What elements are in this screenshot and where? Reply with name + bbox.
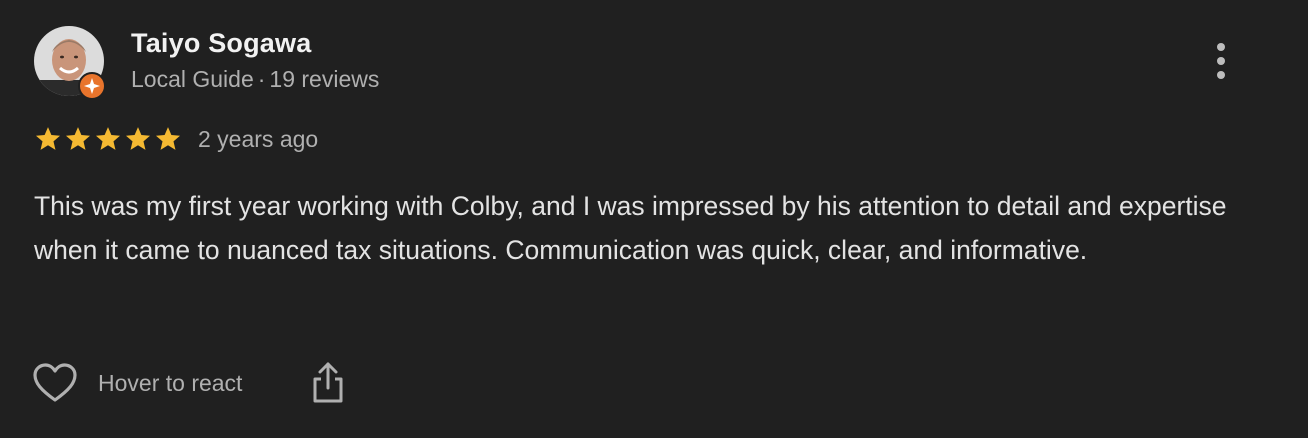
rating-row: 2 years ago: [34, 124, 318, 154]
star-icon: [35, 127, 61, 150]
local-guide-badge-icon: [78, 72, 106, 100]
star-icon: [65, 127, 91, 150]
star-icon: [125, 127, 151, 150]
star-rating: [34, 125, 182, 153]
review-text: This was my first year working with Colb…: [34, 191, 1227, 265]
react-label: Hover to react: [98, 369, 243, 396]
share-icon: [313, 362, 343, 403]
author-meta: Local Guide · 19 reviews: [131, 66, 379, 93]
share-button[interactable]: [308, 360, 348, 406]
review-actions: Hover to react: [32, 360, 348, 406]
more-vert-icon: [1217, 43, 1225, 79]
more-options-button[interactable]: [1204, 40, 1238, 82]
star-icon: [95, 127, 121, 150]
author-avatar[interactable]: [34, 26, 106, 100]
author-name[interactable]: Taiyo Sogawa: [131, 28, 311, 59]
review-date: 2 years ago: [198, 125, 319, 152]
heart-icon: [33, 363, 77, 402]
author-review-count[interactable]: 19 reviews: [269, 66, 379, 92]
react-button[interactable]: Hover to react: [32, 361, 242, 405]
star-icon: [155, 127, 181, 150]
meta-separator: ·: [257, 66, 266, 92]
author-role: Local Guide: [131, 66, 254, 92]
review-card: Taiyo Sogawa Local Guide · 19 reviews 2 ye…: [0, 0, 1308, 438]
